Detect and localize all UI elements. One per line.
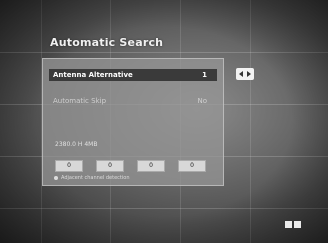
option-button-4[interactable]: 0 (178, 160, 206, 172)
square-icon (294, 221, 301, 228)
menu-row-label: Antenna Alternative (53, 71, 133, 79)
legend-bullet-icon (54, 176, 58, 180)
left-right-arrows-icon (236, 68, 254, 80)
option-button-3[interactable]: 0 (137, 160, 165, 172)
double-square-icon (285, 221, 301, 228)
frequency-readout: 2380.0 H 4MB (55, 141, 98, 148)
legend: Adjacent channel detection (54, 175, 130, 181)
search-settings-panel: Antenna Alternative 1 Automatic Skip No … (42, 58, 224, 186)
page-title: Automatic Search (50, 36, 164, 49)
tv-screen: Automatic Search Antenna Alternative 1 A… (0, 0, 328, 243)
menu-row-antenna-alternative[interactable]: Antenna Alternative 1 (49, 69, 217, 81)
legend-text: Adjacent channel detection (61, 175, 130, 181)
option-button-1[interactable]: 0 (55, 160, 83, 172)
square-icon (285, 221, 292, 228)
menu-row-label: Automatic Skip (53, 97, 107, 105)
menu-row-automatic-skip[interactable]: Automatic Skip No (49, 95, 217, 107)
menu-row-value: No (197, 97, 207, 105)
menu-row-value: 1 (202, 71, 207, 79)
option-button-2[interactable]: 0 (96, 160, 124, 172)
